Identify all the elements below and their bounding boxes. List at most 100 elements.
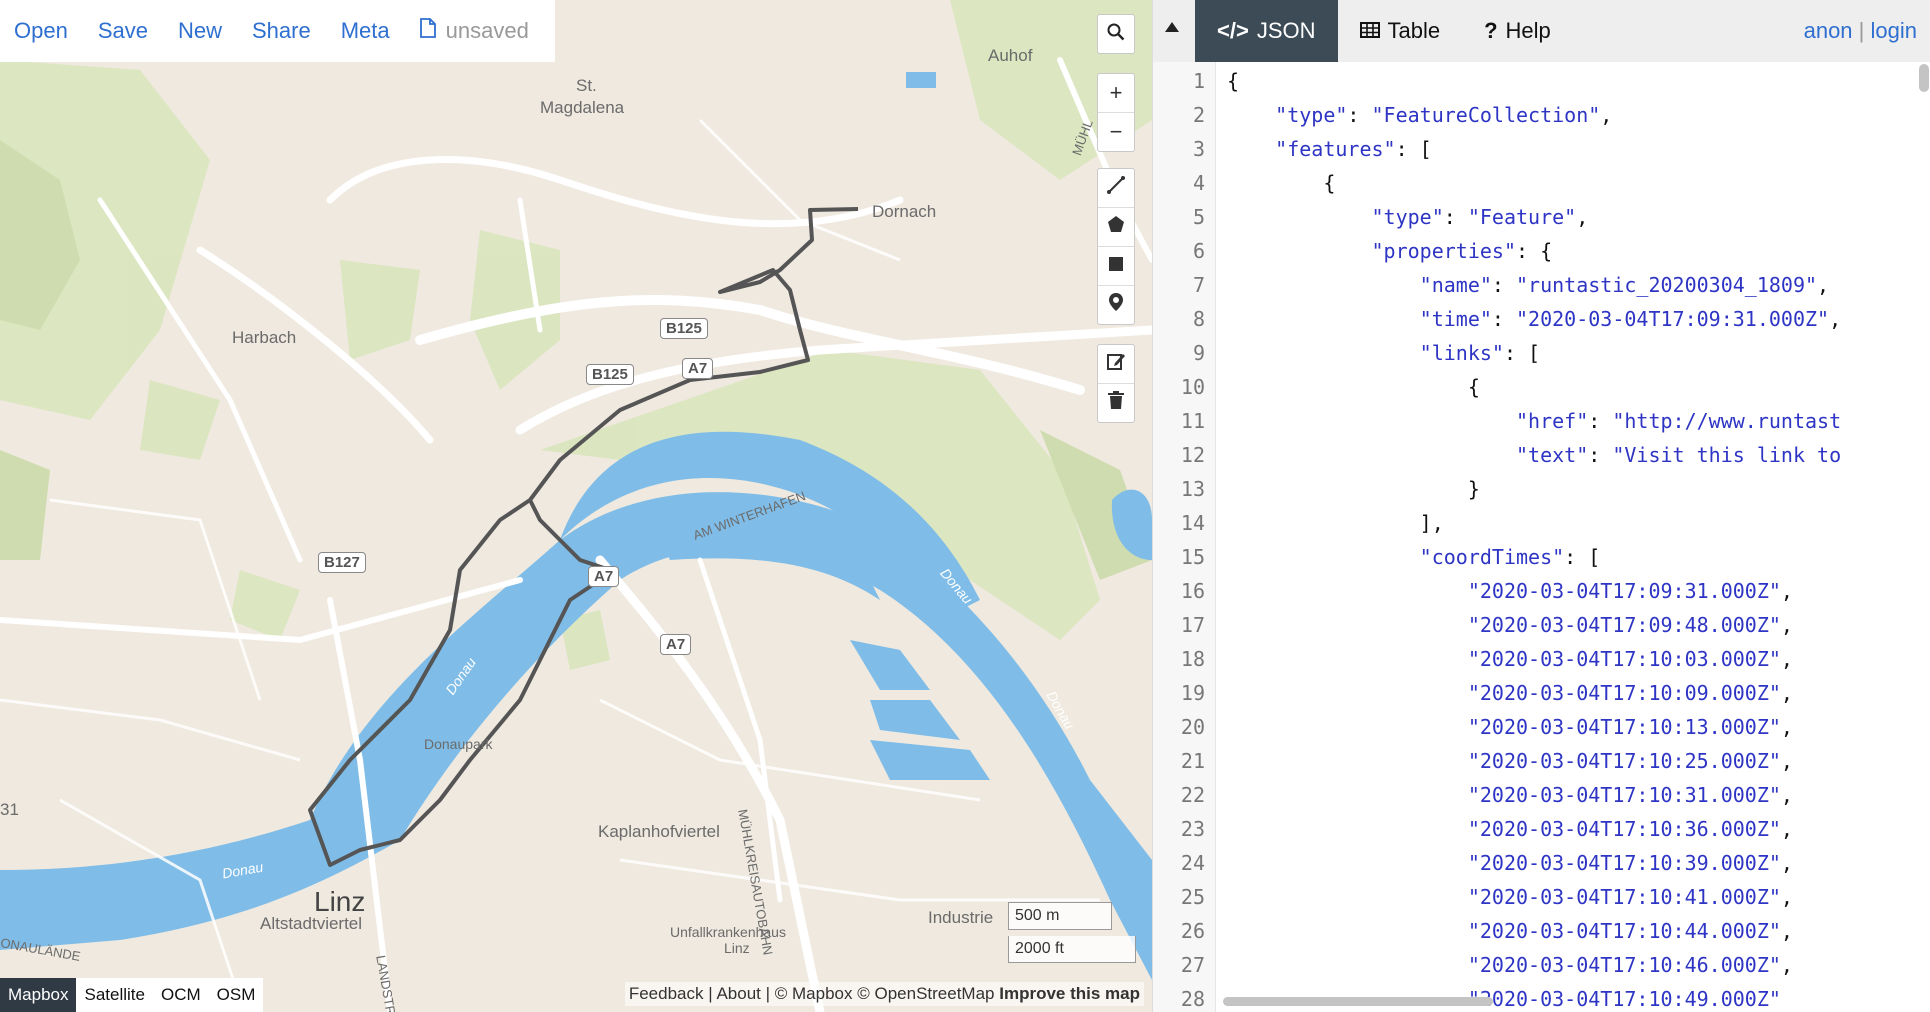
share-button[interactable]: Share xyxy=(252,18,311,44)
code-text: "features": [ xyxy=(1275,137,1432,161)
about-link[interactable]: About xyxy=(716,984,760,1003)
new-button[interactable]: New xyxy=(178,18,222,44)
code-text: "2020-03-04T17:10:31.000Z", xyxy=(1467,783,1793,807)
meta-button[interactable]: Meta xyxy=(341,18,390,44)
place-label: St. xyxy=(576,76,597,95)
tab-table[interactable]: Table xyxy=(1338,0,1463,62)
road-shield: A7 xyxy=(682,358,714,379)
app-window: Auhof St. Magdalena Dornach Harbach B125… xyxy=(0,0,1930,1012)
layer-switcher: Mapbox Satellite OCM OSM xyxy=(0,978,264,1012)
road-shield: A7 xyxy=(660,634,692,655)
line-number: 26 xyxy=(1180,919,1205,943)
save-button[interactable]: Save xyxy=(98,18,148,44)
line-number: 9 xyxy=(1192,341,1205,365)
line-number: 20 xyxy=(1180,715,1205,739)
line-number: 15 xyxy=(1180,545,1205,569)
code-text: { xyxy=(1227,171,1336,195)
code-text: { xyxy=(1227,375,1480,399)
code-text: "properties": { xyxy=(1371,239,1553,263)
file-status-label: unsaved xyxy=(445,18,529,43)
draw-control xyxy=(1097,168,1135,325)
draw-line-button[interactable] xyxy=(1098,169,1134,208)
improve-map-link[interactable]: Improve this map xyxy=(999,984,1140,1003)
search-icon xyxy=(1107,21,1125,47)
line-number: 21 xyxy=(1180,749,1205,773)
tab-help-label: Help xyxy=(1505,18,1551,43)
place-label: Linz xyxy=(724,940,750,956)
map-view[interactable]: Auhof St. Magdalena Dornach Harbach B125… xyxy=(0,0,1152,1012)
place-label: Auhof xyxy=(988,46,1033,65)
auth-links: anon | login xyxy=(1804,18,1917,44)
line-number: 5 xyxy=(1192,205,1205,229)
code-text: } xyxy=(1227,477,1480,501)
editor-panel: </> JSON Table ? Help anon | login 1 {2… xyxy=(1152,0,1930,1012)
map-canvas[interactable] xyxy=(0,0,1152,1012)
line-number: 13 xyxy=(1180,477,1205,501)
zoom-out-button[interactable]: − xyxy=(1098,113,1134,151)
code-text: "text": "Visit this link to xyxy=(1515,443,1842,467)
table-icon xyxy=(1359,18,1380,44)
marker-icon xyxy=(1108,292,1124,318)
minus-icon: − xyxy=(1109,119,1123,144)
place-label: Kaplanhofviertel xyxy=(598,822,720,841)
line-number: 12 xyxy=(1180,443,1205,467)
line-number: 27 xyxy=(1180,953,1205,977)
mapbox-link[interactable]: © Mapbox xyxy=(775,984,853,1003)
layer-osm[interactable]: OSM xyxy=(209,978,264,1012)
code-text: "2020-03-04T17:10:25.000Z", xyxy=(1467,749,1793,773)
osm-link[interactable]: © OpenStreetMap xyxy=(857,984,994,1003)
user-link[interactable]: anon xyxy=(1804,18,1853,43)
zoom-in-button[interactable]: + xyxy=(1098,74,1134,113)
help-icon: ? xyxy=(1484,18,1498,43)
line-number: 7 xyxy=(1192,273,1205,297)
code-text: "2020-03-04T17:09:48.000Z", xyxy=(1467,613,1793,637)
code-text: "2020-03-04T17:10:13.000Z", xyxy=(1467,715,1793,739)
draw-polygon-button[interactable] xyxy=(1098,208,1134,247)
file-status[interactable]: unsaved xyxy=(419,18,529,44)
layer-satellite[interactable]: Satellite xyxy=(76,978,152,1012)
code-text: "type": "FeatureCollection", xyxy=(1275,103,1613,127)
json-editor[interactable]: 1 {2 "type": "FeatureCollection", 3 "featu… xyxy=(1153,62,1930,1012)
collapse-panel-icon[interactable] xyxy=(1165,22,1179,32)
rectangle-icon xyxy=(1107,253,1125,279)
road-shield: A7 xyxy=(588,566,620,587)
search-control xyxy=(1097,14,1135,54)
line-icon xyxy=(1106,175,1126,201)
line-number: 17 xyxy=(1180,613,1205,637)
code-text: "type": "Feature", xyxy=(1371,205,1589,229)
document-icon xyxy=(419,18,436,44)
feedback-link[interactable]: Feedback xyxy=(629,984,704,1003)
place-label: Magdalena xyxy=(540,98,625,117)
code-text: "name": "runtastic_20200304_1809", xyxy=(1419,273,1830,297)
line-number: 23 xyxy=(1180,817,1205,841)
edit-button[interactable] xyxy=(1098,345,1134,384)
map-attribution: Feedback | About | © Mapbox © OpenStreet… xyxy=(624,982,1144,1006)
place-label: Altstadtviertel xyxy=(260,914,363,933)
draw-rectangle-button[interactable] xyxy=(1098,247,1134,286)
road-shield: B125 xyxy=(586,364,634,385)
code-text: "2020-03-04T17:10:09.000Z", xyxy=(1467,681,1793,705)
open-button[interactable]: Open xyxy=(14,18,68,44)
line-number: 24 xyxy=(1180,851,1205,875)
vertical-scrollbar[interactable] xyxy=(1919,64,1929,92)
code-text: "2020-03-04T17:10:36.000Z", xyxy=(1467,817,1793,841)
tab-json[interactable]: </> JSON xyxy=(1195,0,1338,62)
horizontal-scrollbar[interactable] xyxy=(1223,997,1493,1006)
panel-tabs: </> JSON Table ? Help xyxy=(1195,0,1573,62)
line-number: 4 xyxy=(1192,171,1205,195)
tab-help[interactable]: ? Help xyxy=(1462,0,1573,62)
code-text: "links": [ xyxy=(1419,341,1541,365)
place-label: Donaupark xyxy=(424,736,493,752)
layer-ocm[interactable]: OCM xyxy=(153,978,209,1012)
line-number: 1 xyxy=(1192,69,1205,93)
draw-marker-button[interactable] xyxy=(1098,286,1134,324)
line-number: 14 xyxy=(1180,511,1205,535)
code-text: "2020-03-04T17:10:03.000Z", xyxy=(1467,647,1793,671)
line-number: 8 xyxy=(1192,307,1205,331)
layer-mapbox[interactable]: Mapbox xyxy=(0,978,77,1012)
line-number: 2 xyxy=(1192,103,1205,127)
delete-button[interactable] xyxy=(1098,384,1134,422)
login-link[interactable]: login xyxy=(1871,18,1917,43)
search-button[interactable] xyxy=(1098,15,1134,53)
polygon-icon xyxy=(1106,214,1126,240)
